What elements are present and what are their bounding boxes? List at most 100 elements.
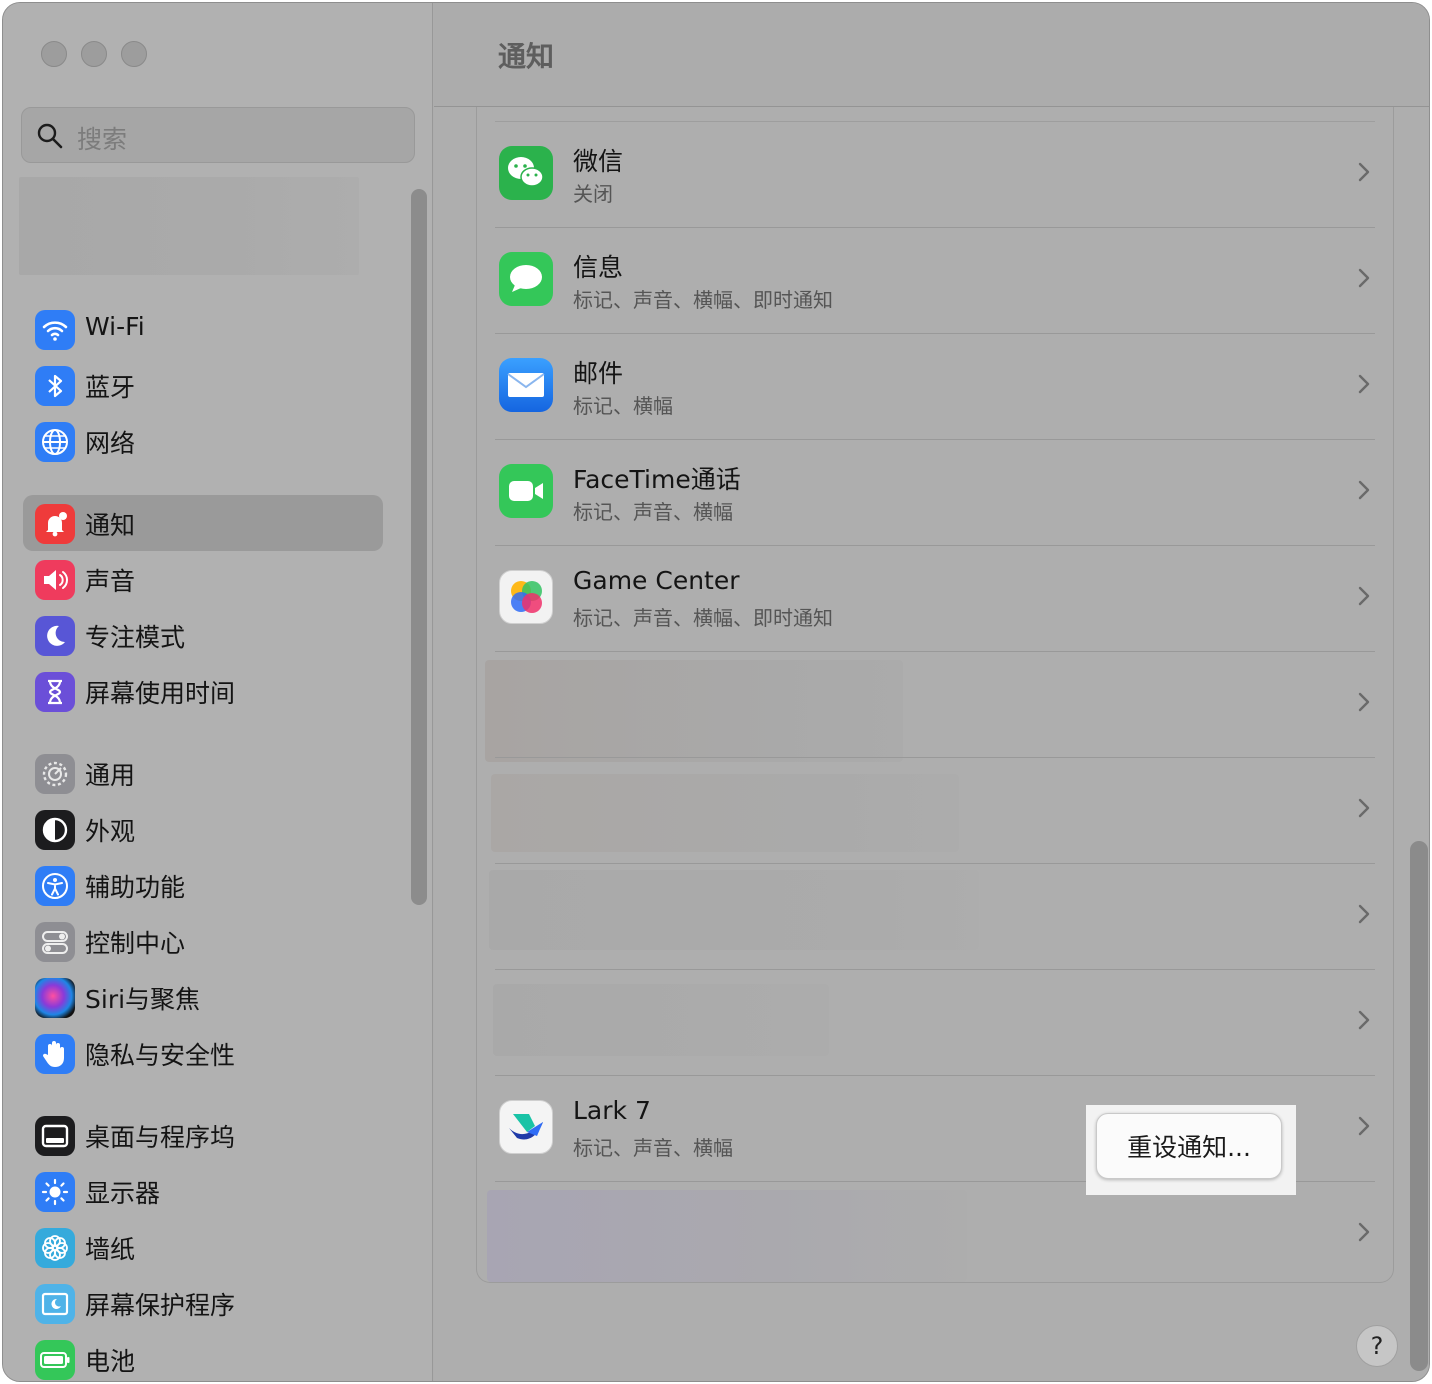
game-center-icon: [499, 570, 553, 624]
sidebar-item-label: 隐私与安全性: [85, 1041, 236, 1070]
mail-icon: [499, 358, 553, 412]
moon-icon: [35, 616, 75, 656]
bluetooth-icon: [35, 366, 75, 406]
sidebar-item-appearance[interactable]: 外观: [23, 801, 383, 857]
accessibility-icon: [35, 866, 75, 906]
sidebar-item-label: 外观: [85, 817, 136, 846]
app-row-redacted[interactable]: [487, 1181, 1375, 1287]
close-window-button[interactable]: [41, 41, 67, 67]
app-name: Lark 7: [573, 1096, 651, 1125]
app-row-mail[interactable]: 邮件 标记、横幅: [495, 333, 1375, 439]
main-pane: 通知 微信 关闭 信息 标记、声音、横幅、即时通知 邮件 标记、横幅 FaceT…: [434, 3, 1429, 1381]
sidebar-item-label: 网络: [85, 429, 136, 458]
gear-icon: [35, 754, 75, 794]
messages-icon: [499, 252, 553, 306]
app-notification-summary: 标记、声音、横幅、即时通知: [573, 288, 833, 312]
app-row-game-center[interactable]: Game Center 标记、声音、横幅、即时通知: [495, 545, 1375, 651]
chevron-right-icon: [1358, 692, 1370, 712]
sidebar-item-label: Wi-Fi: [85, 312, 145, 341]
chevron-right-icon: [1358, 798, 1370, 818]
app-row-redacted[interactable]: [485, 651, 1375, 762]
redacted-area: [489, 870, 979, 950]
sidebar-item-privacy[interactable]: 隐私与安全性: [23, 1025, 383, 1081]
app-row-messages[interactable]: 信息 标记、声音、横幅、即时通知: [495, 227, 1375, 333]
reset-notifications-button[interactable]: 重设通知...: [1096, 1113, 1282, 1179]
account-card[interactable]: [19, 177, 359, 275]
chevron-right-icon: [1358, 586, 1370, 606]
sidebar-item-network[interactable]: 网络: [23, 413, 383, 469]
chevron-right-icon: [1358, 374, 1370, 394]
sidebar-item-label: 桌面与程序坞: [85, 1123, 236, 1152]
minimize-window-button[interactable]: [81, 41, 107, 67]
sidebar-item-notifications[interactable]: 通知: [23, 495, 383, 551]
sidebar-item-siri[interactable]: Siri与聚焦: [23, 969, 383, 1025]
sidebar-item-bluetooth[interactable]: 蓝牙: [23, 357, 383, 413]
chevron-right-icon: [1358, 268, 1370, 288]
sidebar-item-desktop-dock[interactable]: 桌面与程序坞: [23, 1107, 383, 1163]
app-row-facetime[interactable]: FaceTime通话 标记、声音、横幅: [495, 439, 1375, 545]
sidebar-item-accessibility[interactable]: 辅助功能: [23, 857, 383, 913]
lark-icon: [499, 1100, 553, 1154]
help-button[interactable]: ?: [1356, 1325, 1398, 1367]
chevron-right-icon: [1358, 162, 1370, 182]
toggles-icon: [35, 922, 75, 962]
sidebar-item-sound[interactable]: 声音: [23, 551, 383, 607]
chevron-right-icon: [1358, 1116, 1370, 1136]
sidebar-item-label: 屏幕保护程序: [85, 1291, 236, 1320]
chevron-right-icon: [1358, 904, 1370, 924]
sidebar-item-control-center[interactable]: 控制中心: [23, 913, 383, 969]
sidebar-item-label: 电池: [85, 1347, 136, 1376]
sidebar-item-label: 屏幕使用时间: [85, 679, 236, 708]
zoom-window-button[interactable]: [121, 41, 147, 67]
facetime-icon: [499, 464, 553, 518]
chevron-right-icon: [1358, 1010, 1370, 1030]
sidebar: 搜索 Wi-Fi 蓝牙 网络 通知 声音 专注模式 屏幕使用时间 通用 外观 辅…: [3, 3, 433, 1381]
battery-icon: [35, 1340, 75, 1380]
app-notification-summary: 标记、声音、横幅、即时通知: [573, 606, 833, 630]
bell-icon: [35, 504, 75, 544]
page-title: 通知: [498, 40, 555, 73]
app-notification-summary: 标记、横幅: [573, 394, 673, 418]
globe-icon: [35, 422, 75, 462]
app-row-wechat[interactable]: 微信 关闭: [495, 121, 1375, 227]
sidebar-item-general[interactable]: 通用: [23, 745, 383, 801]
screensaver-icon: [35, 1284, 75, 1324]
app-name: Game Center: [573, 566, 740, 595]
search-placeholder: 搜索: [77, 125, 128, 154]
sidebar-item-wifi[interactable]: Wi-Fi: [23, 301, 383, 357]
siri-icon: [35, 978, 75, 1018]
redacted-area: [487, 1190, 967, 1282]
wifi-icon: [35, 310, 75, 350]
wechat-icon: [499, 146, 553, 200]
titlebar: 通知: [434, 3, 1429, 107]
sidebar-item-label: 通知: [85, 511, 136, 540]
redacted-area: [493, 984, 829, 1056]
app-row-redacted[interactable]: [489, 863, 1375, 969]
sidebar-item-screen-time[interactable]: 屏幕使用时间: [23, 663, 383, 719]
sidebar-item-focus[interactable]: 专注模式: [23, 607, 383, 663]
appearance-icon: [35, 810, 75, 850]
search-icon: [37, 123, 63, 149]
sidebar-item-displays[interactable]: 显示器: [23, 1163, 383, 1219]
app-notification-summary: 关闭: [573, 182, 613, 206]
sidebar-item-label: 显示器: [85, 1179, 161, 1208]
sidebar-item-label: 控制中心: [85, 929, 186, 958]
sidebar-item-label: 墙纸: [85, 1235, 136, 1264]
app-row-redacted[interactable]: [493, 969, 1375, 1075]
app-row-redacted[interactable]: [491, 757, 1375, 863]
app-name: 微信: [573, 147, 624, 176]
sidebar-item-screensaver[interactable]: 屏幕保护程序: [23, 1275, 383, 1331]
hourglass-icon: [35, 672, 75, 712]
sidebar-item-label: 声音: [85, 567, 136, 596]
search-input[interactable]: 搜索: [21, 107, 415, 163]
sidebar-item-battery[interactable]: 电池: [23, 1331, 383, 1381]
sidebar-item-label: 辅助功能: [85, 873, 186, 902]
sidebar-item-label: 专注模式: [85, 623, 186, 652]
sidebar-item-wallpaper[interactable]: 墙纸: [23, 1219, 383, 1275]
main-scrollbar[interactable]: [1410, 841, 1428, 1371]
flower-icon: [35, 1228, 75, 1268]
settings-window: 搜索 Wi-Fi 蓝牙 网络 通知 声音 专注模式 屏幕使用时间 通用 外观 辅…: [2, 2, 1430, 1382]
sidebar-scrollbar[interactable]: [411, 189, 427, 905]
sidebar-item-label: 通用: [85, 761, 136, 790]
app-name: 信息: [573, 253, 624, 282]
